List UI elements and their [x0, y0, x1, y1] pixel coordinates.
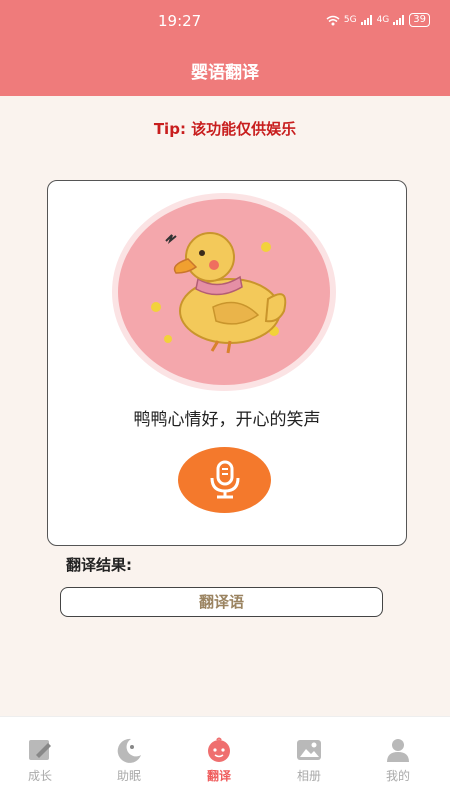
tab-label: 成长	[27, 769, 52, 783]
tip-text: Tip: 该功能仅供娱乐	[153, 120, 297, 138]
bottom-tab-bar: 成长 助眠 翻译 相册 我的	[0, 716, 450, 801]
tab-growth[interactable]: 成长	[5, 717, 75, 801]
moon-icon	[117, 738, 141, 763]
baby-face-icon	[208, 737, 230, 762]
result-label: 翻译结果:	[66, 556, 132, 574]
duck-illustration	[151, 232, 287, 354]
duck-avatar	[118, 199, 330, 385]
tab-me[interactable]: 我的	[363, 717, 433, 801]
microphone-button[interactable]	[178, 447, 271, 513]
translator-card: 鸭鸭心情好，开心的笑声	[47, 180, 407, 546]
network-label-2: 4G	[376, 15, 390, 25]
app-header: 婴语翻译	[0, 42, 450, 96]
battery-indicator: 39	[409, 13, 430, 27]
tab-label: 相册	[296, 769, 321, 783]
tab-label: 我的	[385, 769, 410, 783]
signal-icon	[360, 15, 372, 25]
signal-icon-2	[393, 15, 405, 25]
page-title: 婴语翻译	[191, 63, 259, 83]
tab-album[interactable]: 相册	[274, 717, 344, 801]
system-icons: 5G 4G 39	[326, 13, 430, 27]
network-label-1: 5G	[343, 15, 357, 25]
status-bar: 19:27 5G 4G 39	[0, 0, 450, 42]
tab-sleep[interactable]: 助眠	[94, 717, 164, 801]
result-value-box: 翻译语	[60, 587, 383, 617]
tab-label: 翻译	[206, 769, 231, 783]
image-icon	[297, 740, 321, 760]
person-icon	[387, 739, 409, 762]
tab-label: 助眠	[116, 769, 141, 783]
tab-translate[interactable]: 翻译	[184, 717, 254, 801]
pencil-note-icon	[29, 740, 51, 760]
microphone-icon	[210, 460, 239, 499]
status-time: 19:27	[158, 12, 202, 30]
wifi-icon	[326, 15, 340, 25]
translation-status-text: 鸭鸭心情好，开心的笑声	[133, 410, 321, 430]
